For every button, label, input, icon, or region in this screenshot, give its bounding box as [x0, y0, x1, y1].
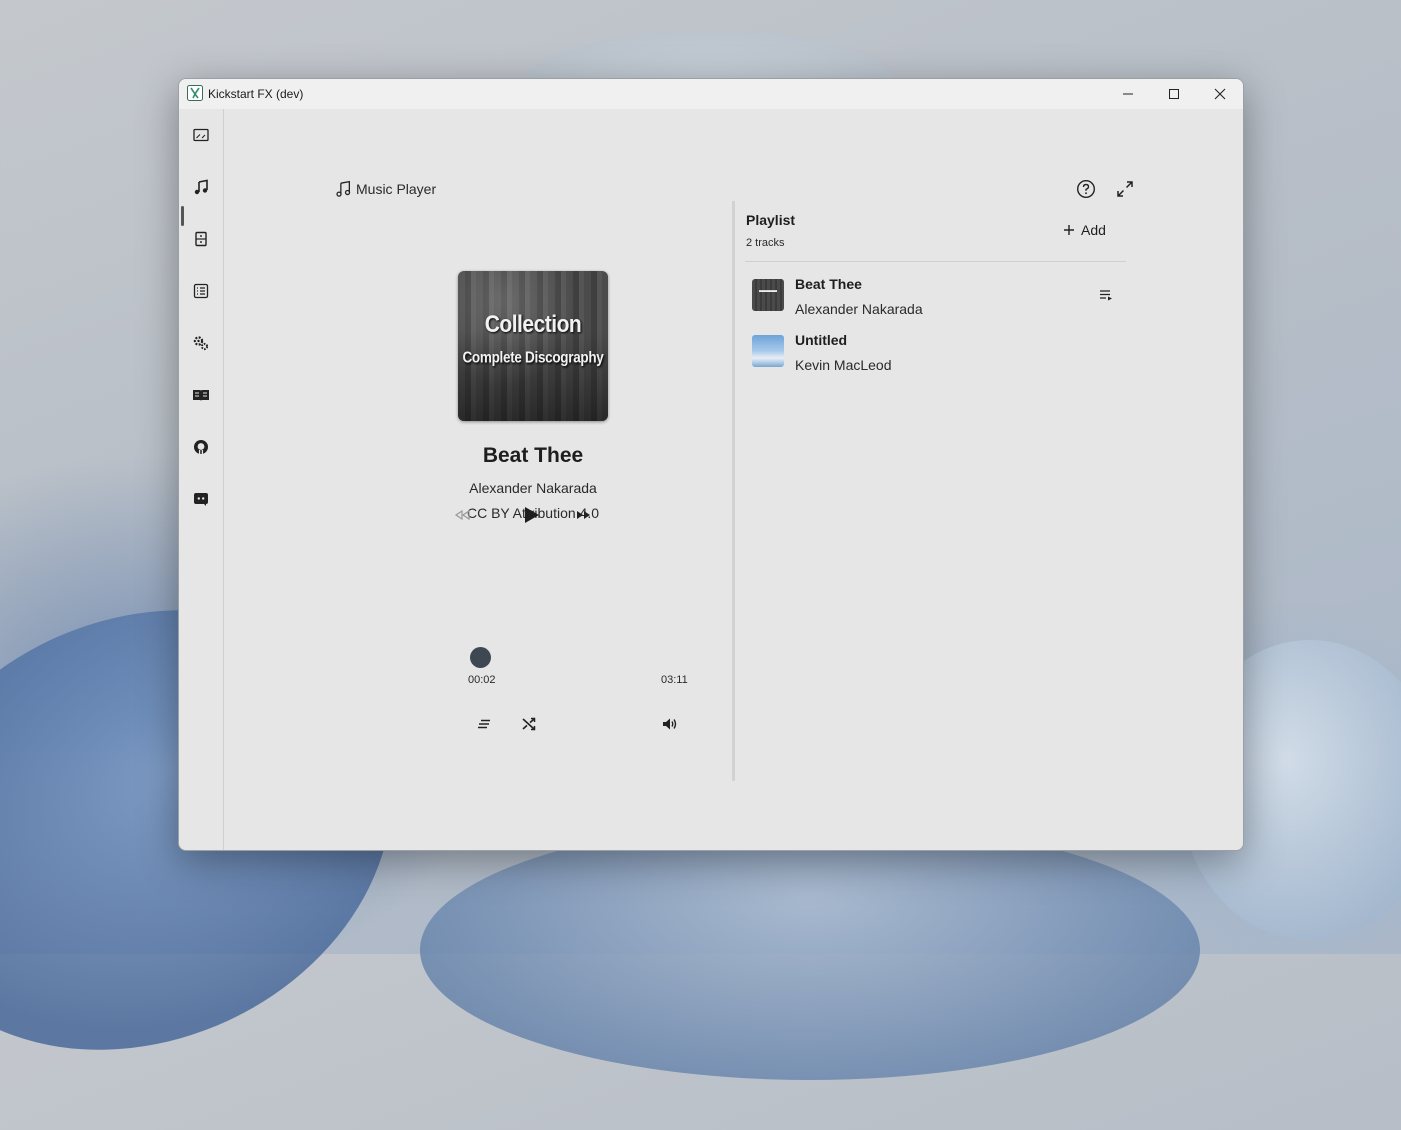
sidebar-item-storage[interactable]: [185, 223, 217, 255]
shuffle-icon: [522, 717, 536, 731]
thumbnail-art: ▬▬▬: [759, 288, 777, 294]
active-nav-indicator: [181, 206, 184, 226]
playlist-item-artist: Alexander Nakarada: [795, 301, 923, 317]
sidebar-item-discord[interactable]: [185, 483, 217, 515]
track-title: Beat Thee: [482, 444, 584, 467]
playlist-item[interactable]: ▬▬▬ Beat Thee Alexander Nakarada: [745, 273, 1126, 325]
window-title: Kickstart FX (dev): [208, 87, 304, 101]
fast-forward-icon: [577, 511, 590, 519]
maximize-button[interactable]: [1151, 79, 1197, 109]
playlist-separator: [745, 261, 1126, 262]
track-artist: Alexander Nakarada: [469, 480, 597, 496]
queue-button[interactable]: [475, 715, 493, 733]
music-note-icon: [336, 180, 351, 197]
fullscreen-button[interactable]: [1115, 179, 1135, 199]
cabinet-icon: [195, 231, 207, 247]
plus-icon: [1064, 225, 1074, 235]
playlist-item[interactable]: Untitled Kevin MacLeod: [745, 329, 1126, 381]
book-icon: [193, 390, 209, 401]
help-button[interactable]: [1076, 179, 1096, 199]
playlist-track-count: 2 tracks: [746, 237, 785, 249]
rewind-icon: [454, 510, 470, 520]
minimize-button[interactable]: [1105, 79, 1151, 109]
album-art-title: Collection: [484, 311, 582, 338]
total-time: 03:11: [661, 674, 688, 686]
music-note-icon: [194, 179, 208, 195]
play-icon: [525, 507, 539, 523]
queue-icon: [478, 719, 490, 729]
panel-divider: [732, 201, 735, 781]
sidebar-item-settings[interactable]: [185, 327, 217, 359]
maximize-icon: [1169, 89, 1179, 99]
shuffle-button[interactable]: [520, 715, 538, 733]
sidebar-item-image[interactable]: [185, 119, 217, 151]
app-logo-icon: [187, 85, 203, 101]
help-circle-icon: [1076, 179, 1096, 199]
list-icon: [193, 283, 209, 299]
discord-icon: [194, 493, 208, 506]
track-thumbnail: [752, 335, 784, 367]
add-track-label: Add: [1081, 222, 1106, 238]
next-track-button[interactable]: [574, 507, 594, 523]
sidebar-item-music[interactable]: [185, 171, 217, 203]
current-time: 00:02: [468, 674, 496, 686]
album-art-subtitle: Complete Discography: [462, 348, 604, 367]
sidebar: [179, 109, 224, 850]
page-title: Music Player: [335, 180, 436, 197]
add-track-button[interactable]: Add: [1063, 222, 1106, 238]
playlist-item-title: Beat Thee: [795, 276, 862, 292]
volume-icon: [663, 718, 677, 730]
album-art: Collection Complete Discography: [458, 271, 608, 421]
app-window: Kickstart FX (dev) Music Player Collecti…: [178, 78, 1244, 851]
playlist-item-title: Untitled: [795, 332, 848, 348]
gears-icon: [193, 336, 209, 351]
playlist-item-artist: Kevin MacLeod: [795, 357, 892, 373]
minimize-icon: [1123, 93, 1133, 95]
play-button[interactable]: [521, 503, 543, 527]
previous-track-button[interactable]: [452, 507, 472, 523]
sidebar-item-github[interactable]: [185, 431, 217, 463]
github-icon: [194, 440, 208, 454]
sidebar-item-docs[interactable]: [185, 379, 217, 411]
wallpaper-petal: [420, 820, 1200, 1080]
page-title-text: Music Player: [356, 180, 437, 197]
main-content: Music Player Collection Complete Discogr…: [224, 109, 1243, 850]
close-icon: [1214, 88, 1226, 100]
track-thumbnail: ▬▬▬: [752, 279, 784, 311]
volume-button[interactable]: [661, 715, 679, 733]
sidebar-item-list[interactable]: [185, 275, 217, 307]
close-button[interactable]: [1197, 79, 1243, 109]
image-frame-icon: [193, 128, 209, 142]
title-bar[interactable]: Kickstart FX (dev): [179, 79, 1243, 109]
expand-icon: [1117, 181, 1133, 197]
playlist-item-menu-icon[interactable]: [1099, 288, 1113, 302]
seek-slider-thumb[interactable]: [470, 647, 491, 668]
playlist-title: Playlist: [746, 212, 796, 228]
